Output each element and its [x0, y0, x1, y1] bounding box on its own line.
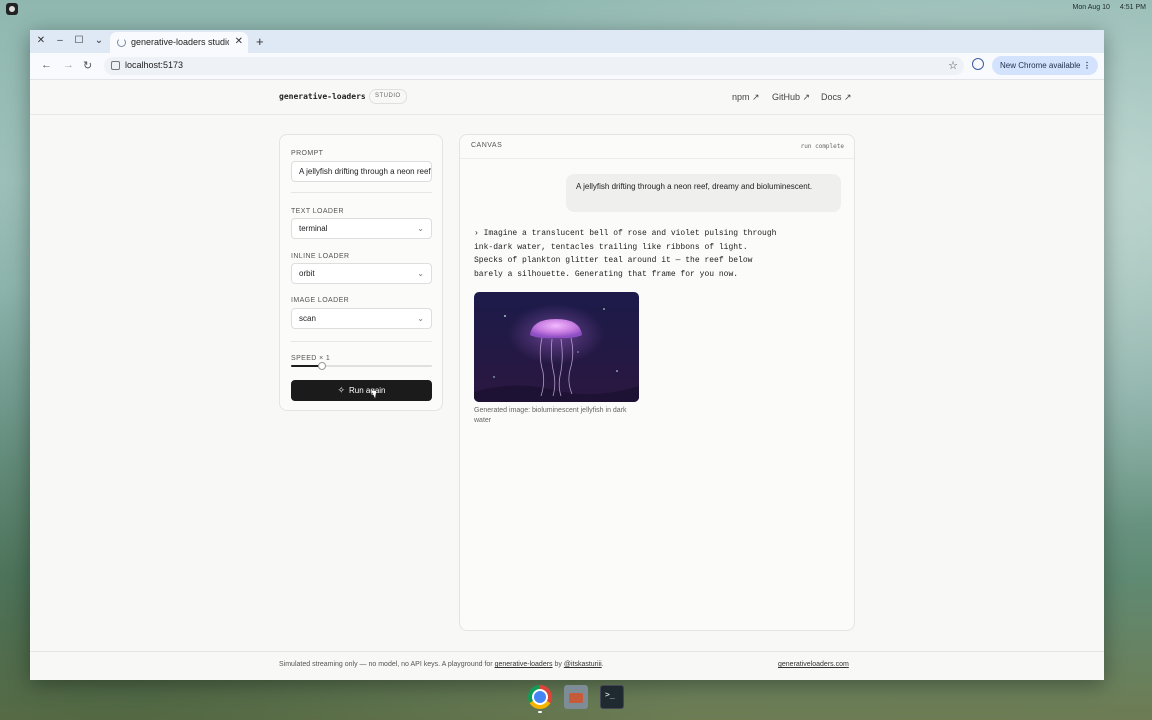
- chevron-down-icon: ⌄: [417, 224, 424, 233]
- footer-link-author[interactable]: @itskasturiii: [564, 661, 602, 668]
- generated-jellyfish-image: [474, 292, 639, 402]
- tab-strip: ✕ – ☐ ⌄ generative-loaders studio ✕ +: [30, 30, 1104, 53]
- reload-icon[interactable]: ↻: [83, 59, 92, 72]
- system-time: 4:51 PM: [1119, 4, 1146, 11]
- user-message-bubble: A jellyfish drifting through a neon reef…: [566, 174, 841, 212]
- run-again-label: Run again: [349, 386, 386, 395]
- footer-text-start: Simulated streaming only — no model, no …: [279, 661, 495, 668]
- canvas-panel: CANVAS run complete A jellyfish drifting…: [459, 134, 855, 631]
- package-manager-icon[interactable]: [564, 685, 588, 709]
- active-app-indicator: [538, 711, 542, 713]
- address-bar-row: ← → ↻ localhost:5173 ☆ New Chrome availa…: [30, 53, 1104, 80]
- new-tab-icon[interactable]: +: [256, 34, 264, 49]
- os-logo-icon[interactable]: [6, 3, 18, 15]
- tab-search-chevron-icon[interactable]: ⌄: [92, 35, 106, 47]
- system-top-bar: Mon Aug 10 4:51 PM: [0, 0, 1152, 18]
- browser-window: ✕ – ☐ ⌄ generative-loaders studio ✕ + ← …: [30, 30, 1104, 680]
- profile-icon[interactable]: [972, 58, 984, 70]
- browser-tab[interactable]: generative-loaders studio ✕: [110, 32, 248, 53]
- inline-loader-select[interactable]: orbit ⌄: [291, 263, 432, 284]
- chrome-update-label: New Chrome available: [1000, 61, 1081, 70]
- speed-label: SPEED × 1: [291, 355, 331, 362]
- back-arrow-icon[interactable]: ←: [41, 59, 52, 71]
- chevron-down-icon: ⌄: [417, 269, 424, 278]
- window-maximize-icon[interactable]: ☐: [72, 35, 86, 47]
- chrome-update-button[interactable]: New Chrome available ⋮: [992, 56, 1098, 75]
- jellyfish-illustration: [474, 292, 639, 402]
- tab-close-icon[interactable]: ✕: [235, 36, 243, 47]
- forward-arrow-icon[interactable]: →: [63, 59, 74, 71]
- url-text[interactable]: localhost:5173: [125, 60, 183, 70]
- taskbar-dock: >_: [520, 682, 632, 714]
- window-minimize-icon[interactable]: –: [53, 35, 67, 47]
- bookmark-star-icon[interactable]: ☆: [948, 59, 958, 72]
- footer-text: Simulated streaming only — no model, no …: [279, 661, 604, 668]
- chrome-icon[interactable]: [528, 685, 552, 709]
- tab-title: generative-loaders studio: [131, 37, 229, 47]
- footer-site-link[interactable]: generativeloaders.com: [778, 661, 849, 668]
- image-loader-value: scan: [299, 314, 316, 323]
- speed-slider-thumb[interactable]: [318, 362, 327, 370]
- chevron-down-icon: ⌄: [417, 314, 424, 323]
- nav-link-github[interactable]: GitHub ↗: [772, 92, 810, 103]
- text-loader-select[interactable]: terminal ⌄: [291, 218, 432, 239]
- menu-dots-icon[interactable]: ⋮: [1083, 56, 1091, 75]
- text-loader-value: terminal: [299, 224, 328, 233]
- canvas-status: run complete: [800, 143, 844, 150]
- image-loader-select[interactable]: scan ⌄: [291, 308, 432, 329]
- canvas-header: CANVAS run complete: [460, 135, 854, 159]
- site-info-icon[interactable]: [111, 61, 120, 70]
- footer-text-end: .: [601, 661, 604, 668]
- omnibox[interactable]: localhost:5173 ☆: [104, 57, 964, 75]
- nav-link-npm[interactable]: npm ↗: [732, 92, 760, 103]
- footer-link-library[interactable]: generative-loaders: [495, 661, 553, 668]
- sparkle-icon: ✧: [337, 385, 346, 395]
- inline-loader-label: INLINE LOADER: [291, 253, 350, 260]
- divider: [291, 341, 432, 342]
- site-header: generative-loaders STUDIO npm ↗ GitHub ↗…: [30, 80, 1104, 115]
- inline-loader-value: orbit: [299, 269, 315, 278]
- controls-panel: PROMPT A jellyfish drifting through a ne…: [279, 134, 443, 411]
- terminal-icon[interactable]: >_: [600, 685, 624, 709]
- run-again-button[interactable]: ✧ Run again: [291, 380, 432, 401]
- speed-slider[interactable]: [291, 362, 432, 370]
- prompt-label: PROMPT: [291, 150, 324, 157]
- loading-spinner-icon: [117, 38, 126, 47]
- studio-badge: STUDIO: [369, 89, 407, 104]
- footer-text-by: by: [552, 661, 564, 668]
- text-loader-label: TEXT LOADER: [291, 208, 344, 215]
- brand-name[interactable]: generative-loaders: [279, 92, 366, 101]
- system-date: Mon Aug 10: [1072, 4, 1110, 11]
- prompt-input[interactable]: A jellyfish drifting through a neon reef…: [291, 161, 432, 182]
- divider: [291, 192, 432, 193]
- window-close-icon[interactable]: ✕: [34, 35, 48, 47]
- image-loader-label: IMAGE LOADER: [291, 297, 350, 304]
- nav-link-docs[interactable]: Docs ↗: [821, 92, 852, 103]
- system-clock[interactable]: Mon Aug 10 4:51 PM: [1063, 4, 1146, 11]
- canvas-title: CANVAS: [471, 142, 503, 149]
- streamed-response-text: › Imagine a translucent bell of rose and…: [474, 229, 777, 279]
- image-caption: Generated image: bioluminescent jellyfis…: [474, 407, 627, 424]
- site-footer: Simulated streaming only — no model, no …: [30, 651, 1104, 680]
- web-page: generative-loaders STUDIO npm ↗ GitHub ↗…: [30, 80, 1104, 680]
